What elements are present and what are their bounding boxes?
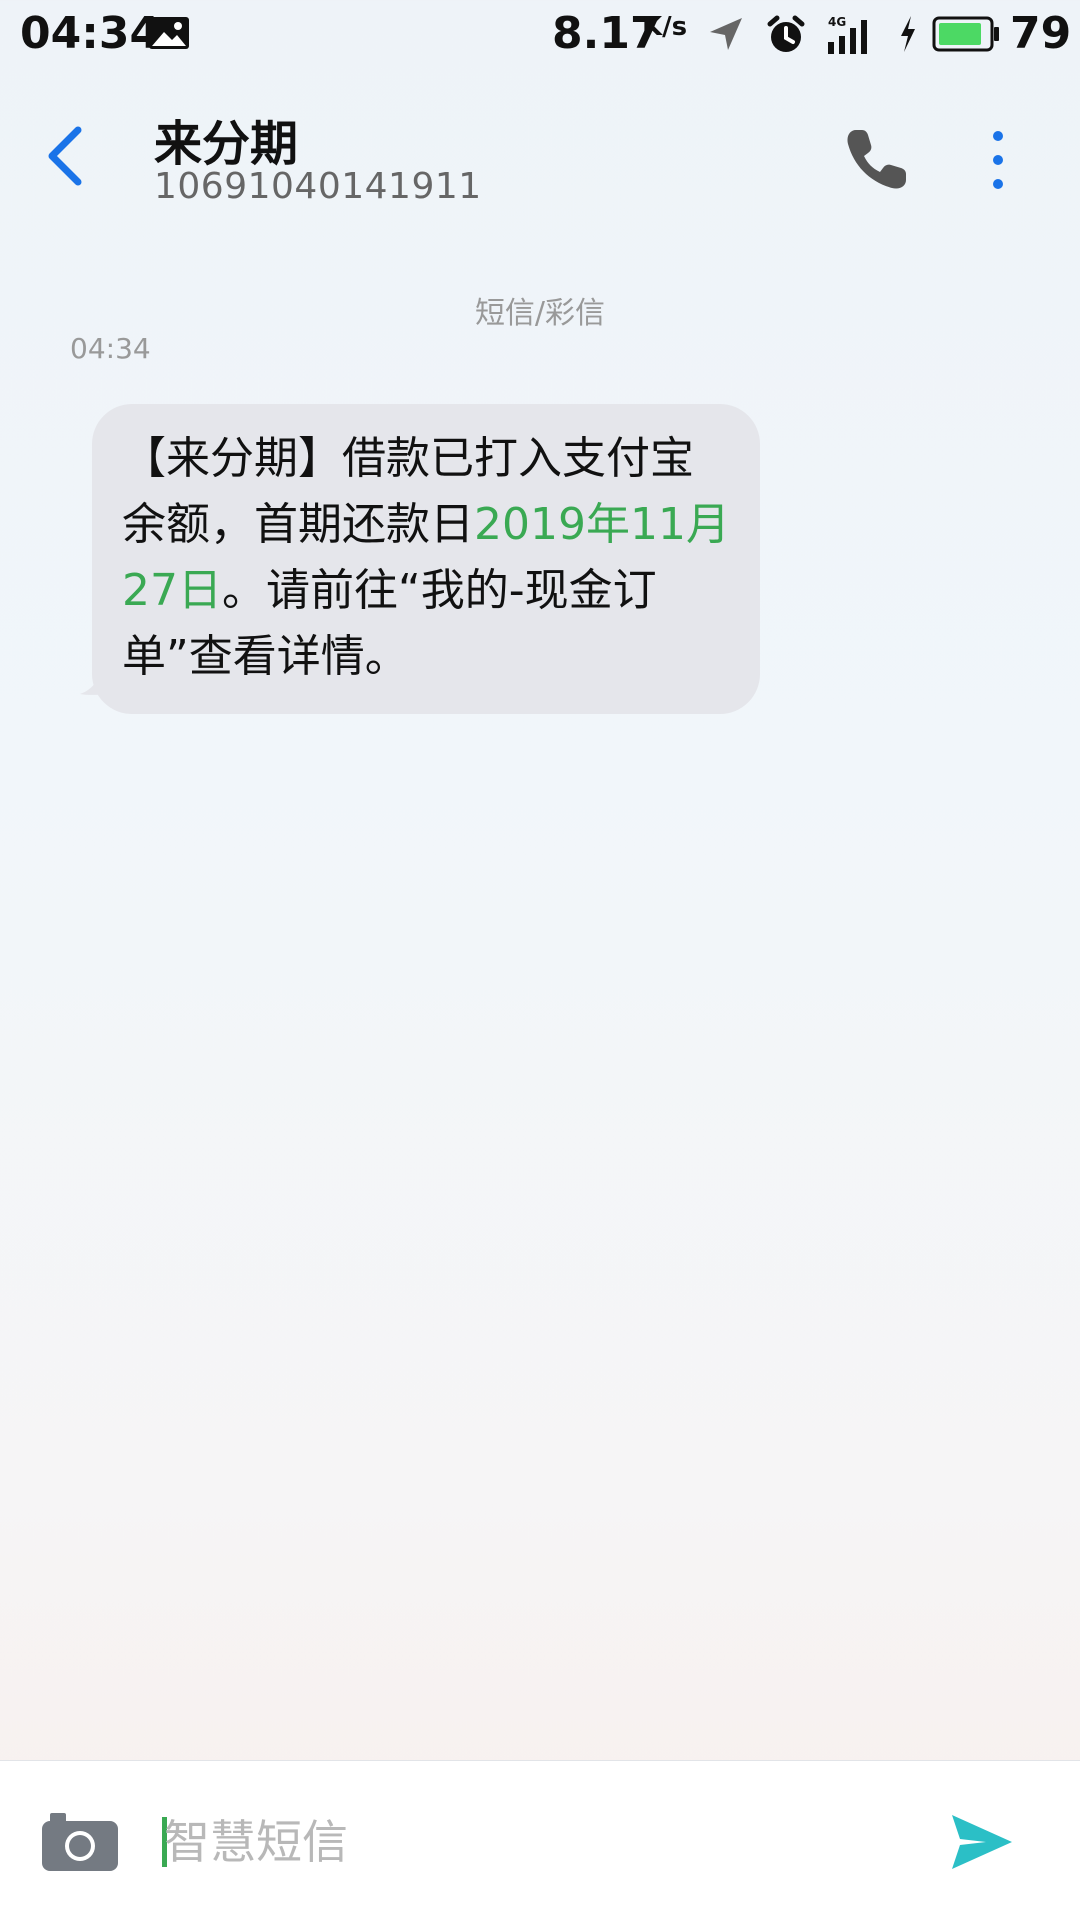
network-speed-unit: K/s xyxy=(642,12,688,42)
battery-level: 79 xyxy=(1010,8,1072,59)
battery-icon xyxy=(932,16,999,52)
alarm-clock-icon xyxy=(767,15,805,52)
send-icon[interactable] xyxy=(950,1813,1014,1871)
message-input[interactable] xyxy=(164,1809,764,1875)
charging-icon xyxy=(901,16,915,52)
conversation-header: 来分期 10691040141911 xyxy=(0,80,1080,230)
back-chevron-icon[interactable] xyxy=(28,114,104,198)
composer-bar xyxy=(0,1760,1080,1921)
signal-icon: 4G xyxy=(828,15,867,54)
contact-number: 10691040141911 xyxy=(154,166,482,207)
status-time: 04:34 xyxy=(20,8,161,59)
contact-name[interactable]: 来分期 xyxy=(154,104,298,174)
more-vertical-icon[interactable] xyxy=(970,120,1026,200)
message-bubble[interactable]: 【来分期】借款已打入支付宝余额，首期还款日2019年11月27日。请前往“我的-… xyxy=(92,404,760,714)
message-timestamp: 04:34 xyxy=(70,332,151,365)
status-bar: 04:34 8.17 K/s 4G 79 xyxy=(0,0,1080,70)
image-notification-icon xyxy=(149,17,189,49)
network-type-label: 4G xyxy=(828,15,846,29)
battery-fill xyxy=(939,23,981,45)
camera-icon[interactable] xyxy=(40,1809,120,1873)
location-arrow-icon xyxy=(710,18,742,50)
phone-icon[interactable] xyxy=(836,120,916,200)
channel-label: 短信/彩信 xyxy=(474,296,606,331)
